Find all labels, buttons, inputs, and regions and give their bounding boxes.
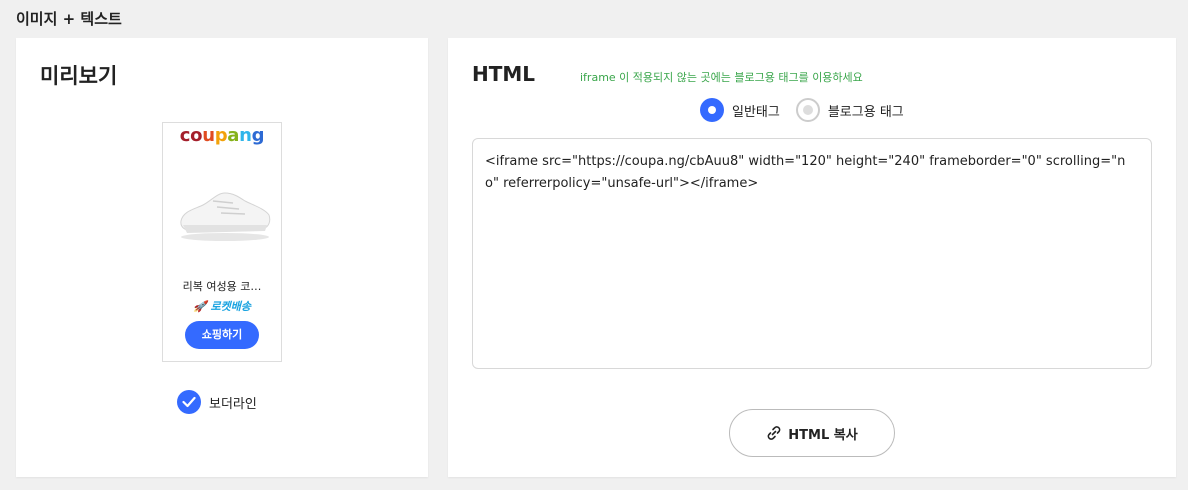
radio-blog-label: 블로그용 태그 bbox=[827, 104, 904, 120]
radio-selected-icon[interactable] bbox=[700, 98, 724, 122]
logo-letter: o bbox=[190, 125, 203, 146]
product-image bbox=[180, 192, 271, 241]
radio-normal-tag[interactable]: 일반태그 bbox=[700, 98, 780, 122]
logo-letter: n bbox=[239, 125, 252, 146]
rocket-delivery-badge: 🚀 로켓배송 bbox=[192, 300, 251, 313]
logo-letter: u bbox=[202, 125, 215, 146]
html-code-textarea[interactable]: <iframe src="https://coupa.ng/cbAuu8" wi… bbox=[472, 138, 1152, 369]
radio-normal-label: 일반태그 bbox=[732, 104, 780, 120]
section-title: 이미지 + 텍스트 bbox=[16, 10, 122, 28]
tag-type-selector: 일반태그 블로그용 태그 bbox=[700, 98, 920, 122]
coupang-logo: coupang bbox=[163, 125, 281, 146]
radio-blog-tag[interactable]: 블로그용 태그 bbox=[795, 98, 904, 122]
logo-letter: g bbox=[251, 125, 265, 146]
preview-heading: 미리보기 bbox=[40, 64, 118, 88]
blog-tag-hint: iframe 이 적용되지 않는 곳에는 블로그용 태그를 이용하세요 bbox=[580, 71, 863, 84]
html-panel: HTML iframe 이 적용되지 않는 곳에는 블로그용 태그를 이용하세요… bbox=[448, 38, 1176, 477]
product-name: 리복 여성용 코… bbox=[182, 280, 262, 293]
html-heading: HTML bbox=[472, 62, 536, 86]
logo-letter: c bbox=[179, 125, 191, 146]
logo-letter: p bbox=[214, 125, 228, 146]
copy-button-label: HTML 복사 bbox=[788, 427, 858, 443]
copy-html-button[interactable]: HTML 복사 bbox=[729, 409, 895, 457]
preview-panel: 미리보기 coupang 리복 여성용 코… 🚀 로켓배송 쇼핑하기 보더라인 bbox=[16, 38, 428, 477]
product-card[interactable]: coupang 리복 여성용 코… 🚀 로켓배송 쇼핑하기 bbox=[162, 122, 282, 362]
link-icon bbox=[767, 426, 781, 440]
shop-button[interactable]: 쇼핑하기 bbox=[185, 321, 259, 349]
borderline-label: 보더라인 bbox=[209, 396, 257, 412]
borderline-option[interactable]: 보더라인 bbox=[177, 390, 257, 414]
logo-letter: a bbox=[227, 125, 240, 146]
check-icon[interactable] bbox=[177, 390, 201, 414]
radio-unselected-icon[interactable] bbox=[795, 98, 820, 122]
